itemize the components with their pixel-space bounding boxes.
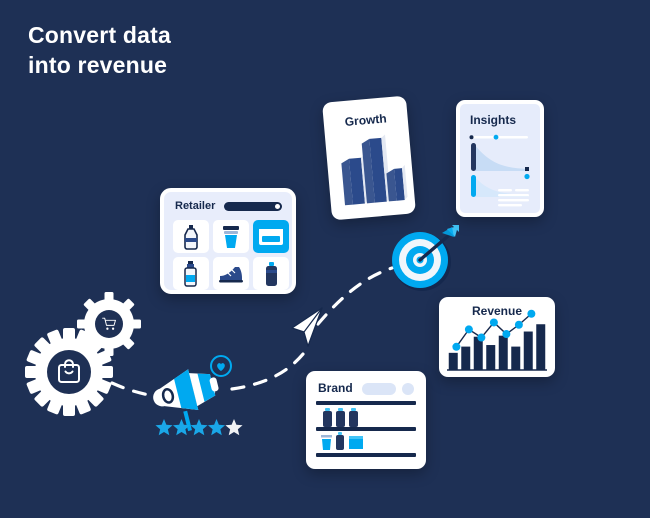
- target-icon: [392, 225, 459, 291]
- product-tile-sneaker[interactable]: [213, 257, 249, 290]
- revenue-point-3: [477, 333, 486, 342]
- brand-placeholder-pill: [362, 383, 396, 395]
- gears-group: [25, 292, 141, 416]
- star-rating: [155, 419, 243, 436]
- revenue-bar-6: [511, 346, 521, 370]
- brand-shelves: [316, 401, 416, 457]
- insights-slider-row: [469, 134, 528, 140]
- bottle-icon: [184, 224, 198, 250]
- revenue-point-4: [489, 318, 498, 327]
- brand-cup: [321, 435, 332, 450]
- product-tile-bottle[interactable]: [173, 220, 209, 253]
- growth-title: Growth: [344, 111, 388, 129]
- star-4[interactable]: [207, 419, 226, 436]
- revenue-point-5: [502, 330, 511, 339]
- coffee-cup-icon: [223, 225, 239, 248]
- retailer-title: Retailer: [175, 200, 216, 212]
- growth-bar-chart: [341, 134, 408, 206]
- revenue-bar-3: [473, 336, 483, 370]
- insights-charts: [469, 134, 530, 207]
- revenue-point-7: [527, 309, 536, 318]
- illustration-canvas: Convert data into revenue Retailer Growt…: [0, 0, 650, 518]
- growth-bar-3: [386, 164, 408, 202]
- insights-text-lines: [498, 189, 529, 207]
- heart-badge-icon: [210, 355, 232, 377]
- revenue-bar-1: [448, 352, 458, 370]
- card-growth[interactable]: Growth: [322, 95, 416, 221]
- product-tile-can[interactable]: [253, 257, 289, 290]
- search-icon: [275, 204, 280, 209]
- revenue-point-2: [464, 325, 473, 334]
- insights-title: Insights: [470, 113, 517, 127]
- product-tile-spray[interactable]: [173, 257, 209, 290]
- sneaker-icon: [219, 266, 243, 282]
- revenue-point-6: [514, 320, 523, 329]
- card-revenue[interactable]: Revenue: [439, 297, 555, 377]
- brand-box: [349, 436, 363, 449]
- revenue-bar-2: [461, 346, 471, 370]
- star-3[interactable]: [190, 419, 208, 436]
- search-input[interactable]: [224, 202, 282, 211]
- revenue-trend-points: [452, 309, 536, 351]
- revenue-bar-5: [498, 335, 508, 370]
- paper-plane-icon: [291, 307, 323, 347]
- product-tile-card[interactable]: [253, 220, 289, 253]
- card-brand[interactable]: Brand: [306, 371, 426, 469]
- revenue-bar-4: [486, 345, 496, 370]
- revenue-point-1: [452, 342, 461, 351]
- product-tile-grid: [173, 220, 289, 290]
- insights-area-chart-2: [471, 173, 530, 197]
- star-1[interactable]: [155, 419, 173, 436]
- gear-large-icon: [25, 328, 113, 416]
- brand-title: Brand: [318, 381, 353, 395]
- can-icon: [265, 261, 277, 286]
- revenue-bar-7: [523, 331, 533, 370]
- brand-bottle: [336, 432, 344, 450]
- insights-area-chart-1: [471, 143, 529, 171]
- brand-shelf-2-items: [321, 432, 363, 450]
- revenue-bars: [448, 324, 546, 370]
- payment-card-icon: [259, 228, 283, 245]
- revenue-chart: [447, 309, 547, 371]
- card-retailer[interactable]: Retailer: [160, 188, 296, 294]
- revenue-bar-8: [536, 324, 546, 370]
- star-2[interactable]: [172, 419, 191, 436]
- brand-placeholder-dot: [402, 383, 414, 395]
- star-5[interactable]: [225, 419, 243, 436]
- product-tile-cup[interactable]: [213, 220, 249, 253]
- card-insights[interactable]: Insights: [456, 100, 544, 217]
- spray-bottle-icon: [184, 261, 197, 287]
- brand-shelf-1-items: [323, 408, 358, 427]
